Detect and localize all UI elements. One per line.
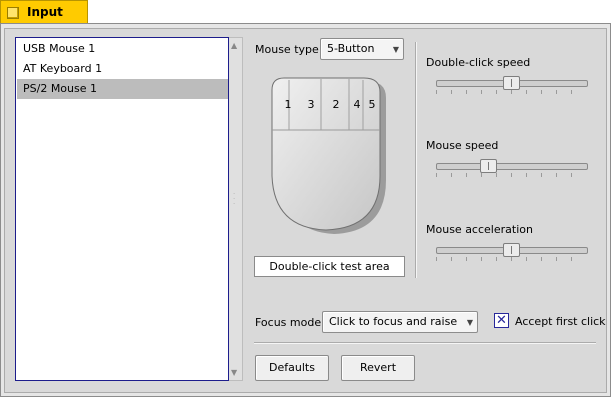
mouse-speed-ticks [436,173,586,177]
device-list[interactable]: USB Mouse 1 AT Keyboard 1 PS/2 Mouse 1 [15,37,229,381]
accept-first-click-checkbox[interactable]: ✕ [494,313,509,328]
mouse-type-value: 5-Button [327,42,375,55]
focus-mode-menu[interactable]: Click to focus and raise ▼ [322,311,478,333]
double-click-speed-ticks [436,90,586,94]
accept-first-click-label[interactable]: Accept first click [515,315,606,328]
revert-button[interactable]: Revert [341,355,415,381]
double-click-speed-thumb[interactable] [502,76,520,90]
mouse-illustration[interactable]: 1 3 2 4 5 [266,76,390,238]
mouse-acceleration-thumb[interactable] [502,243,520,257]
mouse-speed-track[interactable] [436,163,588,170]
list-item-ps2-mouse[interactable]: PS/2 Mouse 1 [17,79,228,99]
window-tab[interactable]: Input [0,0,88,24]
mouse-speed-thumb[interactable] [479,159,497,173]
double-click-test-area[interactable]: Double-click test area [254,256,405,277]
zoom-icon[interactable] [7,7,19,19]
defaults-button[interactable]: Defaults [255,355,329,381]
scroll-up-arrow-icon[interactable]: ▲ [231,41,237,50]
mouse-button-4[interactable]: 4 [354,98,361,111]
focus-mode-label: Focus mode: [255,316,325,329]
chevron-down-icon: ▼ [466,318,473,327]
mouse-button-1[interactable]: 1 [285,98,292,111]
list-scrollbar[interactable]: ▲ · · · ▼ [229,37,243,381]
mouse-button-2[interactable]: 2 [333,98,340,111]
chevron-down-icon: ▼ [392,45,399,54]
scroll-grip-icon: · · · [233,190,236,208]
mouse-type-menu[interactable]: 5-Button ▼ [320,38,404,60]
focus-mode-value: Click to focus and raise [329,315,458,328]
window-title: Input [27,5,63,19]
list-item-usb-mouse[interactable]: USB Mouse 1 [17,39,228,59]
horizontal-divider [254,342,596,344]
mouse-speed-label: Mouse speed [426,139,499,152]
vertical-divider [415,42,417,278]
double-click-speed-label: Double-click speed [426,56,531,69]
mouse-button-5[interactable]: 5 [369,98,376,111]
mouse-type-label: Mouse type: [255,43,323,56]
mouse-button-3[interactable]: 3 [308,98,315,111]
list-item-at-keyboard[interactable]: AT Keyboard 1 [17,59,228,79]
mouse-acceleration-label: Mouse acceleration [426,223,533,236]
mouse-acceleration-ticks [436,257,586,261]
scroll-down-arrow-icon[interactable]: ▼ [231,368,237,377]
